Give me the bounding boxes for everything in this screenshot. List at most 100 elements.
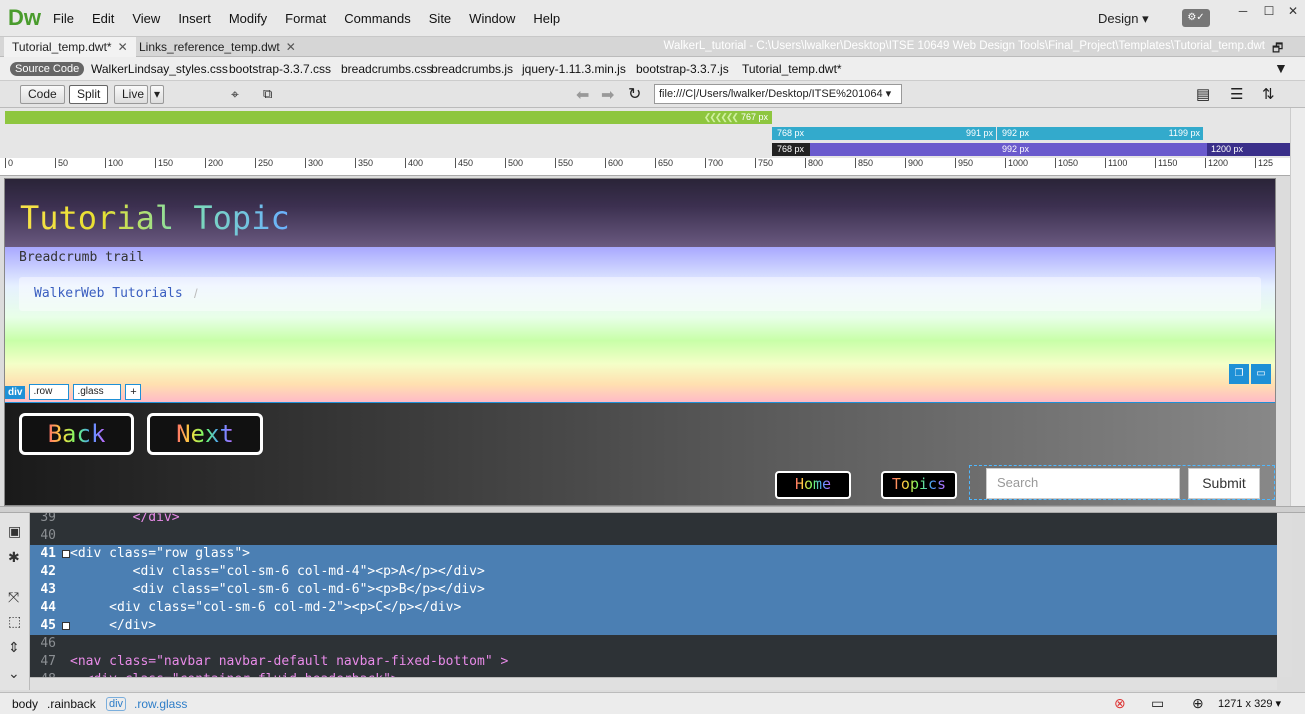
code-line[interactable]: 45 </div> <box>30 617 1277 635</box>
sort-icon[interactable]: ⇅ <box>1262 85 1275 103</box>
design-scrollbar[interactable] <box>1290 108 1305 508</box>
ruler-tick: 600 <box>605 158 623 168</box>
close-tab-icon[interactable]: ✕ <box>286 40 296 54</box>
tag-div[interactable]: div <box>106 697 127 711</box>
search-form: Search Submit <box>969 465 1275 500</box>
mq-label: 768 px <box>777 128 805 138</box>
mq-bar-768-fill <box>810 143 997 156</box>
refresh-icon[interactable]: ↻ <box>628 84 641 104</box>
balance-braces-icon[interactable]: ⇕ <box>8 639 20 656</box>
mq-bar-992-1199[interactable]: 992 px 1199 px <box>997 127 1203 140</box>
menu-file[interactable]: File <box>53 11 74 26</box>
code-editor[interactable]: 39 </div> 40 41 <div class="row glass"> 42 <… <box>30 513 1277 677</box>
tag-rainback[interactable]: .rainback <box>47 697 96 711</box>
related-file[interactable]: bootstrap-3.3.7.css <box>229 62 331 76</box>
desktop-size-icon[interactable]: ▭ <box>1151 695 1164 712</box>
ruler-tick: 800 <box>805 158 823 168</box>
code-line[interactable]: 40 <box>30 527 1277 545</box>
related-file[interactable]: Tutorial_temp.dwt* <box>742 62 842 76</box>
add-class-button[interactable]: + <box>125 384 142 400</box>
code-line[interactable]: 47 <nav class="navbar navbar-default navb… <box>30 653 1277 671</box>
forward-arrow-icon[interactable]: ➡ <box>601 85 614 105</box>
mq-bar-767[interactable]: ❮❮❮❮❮❮ 767 px <box>5 111 772 124</box>
expand-icon[interactable]: ⤧ <box>8 589 19 606</box>
collapse-icon[interactable]: ✱ <box>8 549 20 566</box>
code-line[interactable]: 42 <div class="col-sm-6 col-md-4"><p>A</… <box>30 563 1277 581</box>
line-number: 42 <box>40 564 56 579</box>
ruler-tick: 1150 <box>1155 158 1177 168</box>
split-view-button[interactable]: Split <box>69 85 109 104</box>
open-documents-icon[interactable]: ▣ <box>8 523 21 540</box>
code-line[interactable]: 46 <box>30 635 1277 653</box>
mq-bar-768-991[interactable]: 768 px 991 px <box>772 127 996 140</box>
mq-bar-1200[interactable]: 1200 px <box>1207 143 1290 156</box>
ruler-tick: 850 <box>855 158 873 168</box>
preview-icon[interactable]: ⧉ <box>263 86 272 102</box>
select-parent-icon[interactable]: ⬚ <box>8 613 21 630</box>
close-window-button[interactable]: ✕ <box>1282 4 1304 20</box>
code-line[interactable]: 44 <div class="col-sm-6 col-md-2"><p>C</… <box>30 599 1277 617</box>
menu-help[interactable]: Help <box>533 11 560 26</box>
workspace-switcher[interactable]: Design ▾ <box>1098 11 1149 27</box>
live-view-button[interactable]: Live <box>114 85 149 104</box>
live-dropdown-button[interactable]: ▾ <box>150 85 165 104</box>
minimize-button[interactable]: ─ <box>1232 4 1254 20</box>
code-line[interactable]: 41 <div class="row glass"> <box>30 545 1277 563</box>
split-divider[interactable] <box>0 506 1305 513</box>
globe-icon[interactable]: ⊕ <box>1192 695 1204 712</box>
source-code-button[interactable]: Source Code <box>10 62 85 76</box>
back-arrow-icon[interactable]: ⬅ <box>576 85 589 105</box>
maximize-button[interactable]: ☐ <box>1258 4 1280 20</box>
related-file[interactable]: WalkerLindsay_styles.css <box>91 62 228 76</box>
related-file[interactable]: jquery-1.11.3.min.js <box>522 62 626 76</box>
code-line[interactable]: 39 </div> <box>30 513 1277 527</box>
next-button[interactable]: Next <box>147 413 263 455</box>
tab-tutorial-temp[interactable]: Tutorial_temp.dwt* ✕ <box>4 37 136 57</box>
inspect-icon[interactable]: ⌖ <box>231 86 239 103</box>
fold-icon[interactable] <box>62 622 70 630</box>
filter-icon[interactable]: ▼ <box>1274 60 1288 76</box>
menu-site[interactable]: Site <box>429 11 451 26</box>
close-tab-icon[interactable]: ✕ <box>118 40 128 54</box>
menu-commands[interactable]: Commands <box>344 11 410 26</box>
more-icon[interactable]: ⌄ <box>8 665 20 682</box>
menu-format[interactable]: Format <box>285 11 326 26</box>
back-button[interactable]: Back <box>19 413 134 455</box>
related-file[interactable]: breadcrumbs.js <box>431 62 513 76</box>
related-file[interactable]: bootstrap-3.3.7.js <box>636 62 729 76</box>
window-size[interactable]: 1271 x 329 ▾ <box>1218 697 1281 710</box>
delete-icon[interactable]: ▭ <box>1251 364 1271 384</box>
class-glass[interactable]: .glass <box>73 384 122 400</box>
submit-button[interactable]: Submit <box>1188 468 1260 499</box>
sync-settings-button[interactable]: ⚙✓ <box>1182 9 1210 27</box>
menu-modify[interactable]: Modify <box>229 11 267 26</box>
menu-view[interactable]: View <box>132 11 160 26</box>
mq-bar-992[interactable]: 992 px <box>997 143 1207 156</box>
error-icon[interactable]: ⊗ <box>1114 695 1126 712</box>
selected-tag[interactable]: div <box>5 385 26 399</box>
ruler-tick: 750 <box>755 158 773 168</box>
tag-row-glass[interactable]: .row.glass <box>134 697 187 711</box>
code-view-button[interactable]: Code <box>20 85 65 104</box>
duplicate-icon[interactable]: ❐ <box>1229 364 1249 384</box>
search-input[interactable]: Search <box>986 468 1180 499</box>
code-hscrollbar[interactable] <box>30 677 1277 690</box>
topics-button[interactable]: Topics <box>881 471 957 499</box>
class-row[interactable]: .row <box>29 384 70 400</box>
home-button[interactable]: Home <box>775 471 851 499</box>
menu-edit[interactable]: Edit <box>92 11 114 26</box>
visual-aids-icon[interactable]: ▤ <box>1196 85 1210 103</box>
code-scrollbar[interactable] <box>1277 513 1292 677</box>
code-text: <nav class="navbar navbar-default navbar… <box>70 654 509 669</box>
menu-window[interactable]: Window <box>469 11 515 26</box>
address-bar[interactable]: file:///C|/Users/lwalker/Desktop/ITSE%20… <box>654 84 902 104</box>
fold-icon[interactable] <box>62 550 70 558</box>
tag-body[interactable]: body <box>12 697 38 711</box>
related-file[interactable]: breadcrumbs.css <box>341 62 432 76</box>
menu-insert[interactable]: Insert <box>178 11 211 26</box>
layout-icon[interactable]: ☰ <box>1230 85 1243 103</box>
breadcrumb-link[interactable]: WalkerWeb Tutorials <box>34 286 183 301</box>
code-line[interactable]: 43 <div class="col-sm-6 col-md-6"><p>B</… <box>30 581 1277 599</box>
menu-list: File Edit View Insert Modify Format Comm… <box>44 11 569 26</box>
tab-links-reference[interactable]: Links_reference_temp.dwt ✕ <box>131 37 304 57</box>
